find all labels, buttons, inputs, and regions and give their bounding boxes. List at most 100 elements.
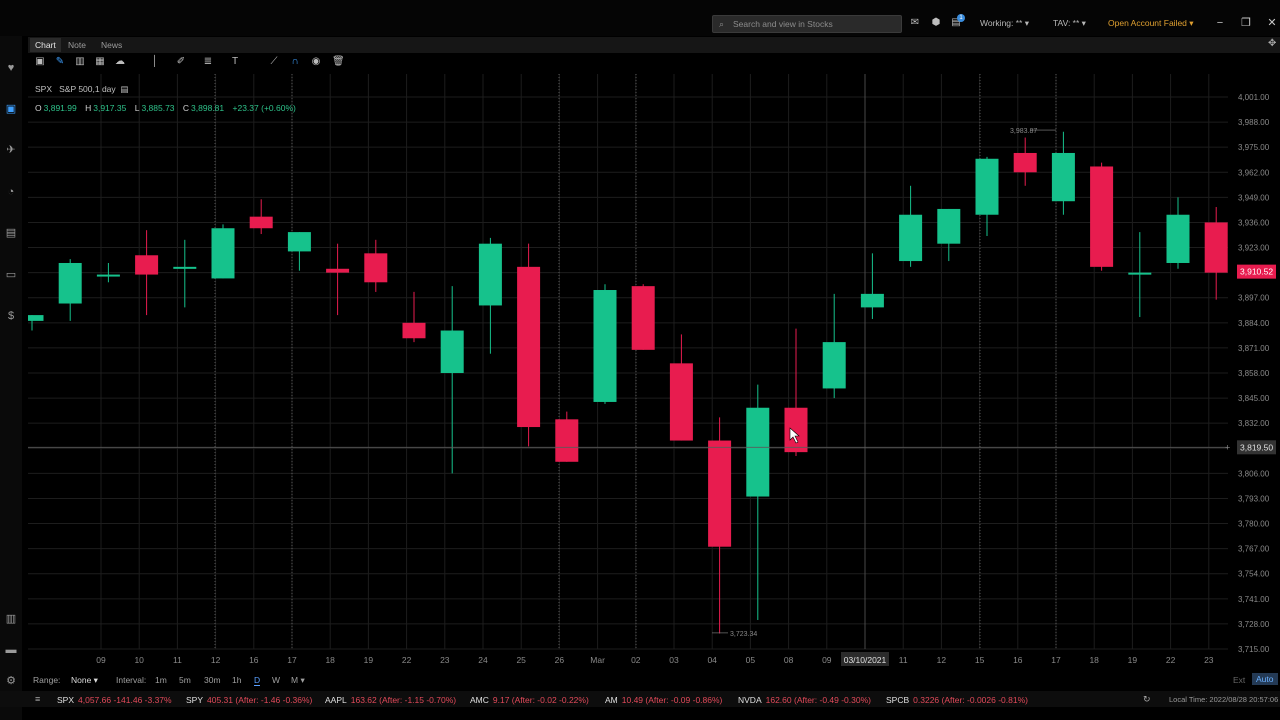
candle-body[interactable]	[822, 342, 846, 389]
tab-note[interactable]: Note	[63, 38, 91, 52]
interval-1m[interactable]: 1m	[155, 675, 167, 685]
candle-body[interactable]	[937, 208, 961, 244]
candle-body[interactable]	[1013, 152, 1037, 173]
candle-body[interactable]	[517, 266, 541, 428]
candle-body[interactable]	[478, 243, 502, 306]
interval-d[interactable]: D	[254, 675, 261, 686]
range-dropdown[interactable]: None ▾	[71, 675, 98, 686]
candle-body[interactable]	[96, 274, 120, 277]
tav-dropdown[interactable]: TAV: ** ▾	[1053, 18, 1086, 29]
refresh-icon[interactable]: ↻	[1143, 694, 1151, 705]
candle-body[interactable]	[1090, 166, 1114, 267]
candle-body[interactable]	[669, 363, 693, 441]
candle-body[interactable]	[1051, 152, 1075, 202]
pen-icon[interactable]: ✎	[54, 56, 66, 68]
message-icon[interactable]: ▬	[4, 643, 18, 657]
candle-body[interactable]	[1128, 272, 1152, 275]
working-dropdown[interactable]: Working: ** ▾	[980, 18, 1029, 29]
interval-5m[interactable]: 5m	[179, 675, 191, 685]
close-icon[interactable]: ✕	[1265, 16, 1279, 30]
trash-icon[interactable]: 🗑	[332, 56, 345, 68]
candle-body[interactable]	[402, 322, 426, 339]
interval-m[interactable]: M ▾	[291, 675, 305, 686]
trade-icon[interactable]: ✈	[4, 143, 18, 157]
layout-icon[interactable]: ▥	[74, 56, 86, 68]
wallet-icon[interactable]: ▭	[4, 268, 18, 282]
minimize-icon[interactable]: −	[1213, 16, 1227, 30]
chart-type-icon[interactable]: ▣	[34, 56, 46, 68]
cloud-icon[interactable]: ☁	[114, 56, 126, 68]
book-icon[interactable]: ▥	[4, 612, 18, 626]
channel-icon[interactable]: ≣	[202, 56, 214, 68]
line-tool-icon[interactable]: │	[149, 56, 161, 68]
candle-body[interactable]	[1166, 214, 1190, 263]
x-tick-label: 02	[631, 655, 641, 665]
shield-icon[interactable]: ⬢	[930, 18, 942, 28]
candle-body[interactable]	[135, 255, 159, 275]
candle-body[interactable]	[249, 216, 273, 229]
grid-icon[interactable]: ▦	[94, 56, 106, 68]
interval-30m[interactable]: 30m	[204, 675, 221, 685]
x-tick-label: 03	[669, 655, 679, 665]
brush-icon[interactable]: ✐	[175, 56, 187, 68]
candle-body[interactable]	[631, 286, 655, 350]
y-tick-label: 3,741.00	[1238, 595, 1270, 604]
dollar-icon[interactable]: $	[4, 309, 18, 323]
auto-toggle[interactable]: Auto	[1252, 673, 1278, 685]
x-tick-label: Mar	[590, 655, 605, 665]
x-tick-label: 12	[211, 655, 221, 665]
candle-body[interactable]	[1204, 222, 1228, 273]
tools-icon[interactable]: ▤	[4, 226, 18, 240]
candle-body[interactable]	[28, 315, 44, 321]
restore-icon[interactable]: ❐	[1239, 16, 1253, 30]
ticker-item[interactable]: SPX 4,057.66 -141.46 -3.37%	[57, 695, 172, 705]
ticker-menu-icon[interactable]: ≡	[35, 694, 40, 704]
measure-icon[interactable]: ⟋	[268, 56, 280, 68]
candle-body[interactable]	[784, 407, 808, 453]
magnet-icon[interactable]: ∩	[289, 56, 301, 68]
y-tick-label: 3,728.00	[1238, 620, 1270, 629]
ticker-item[interactable]: AAPL 163.62 (After: -1.15 -0.70%)	[325, 695, 456, 705]
symbol-info-icon[interactable]: ▤	[120, 84, 128, 94]
y-tick-label: 3,793.00	[1238, 494, 1270, 503]
interval-1h[interactable]: 1h	[232, 675, 241, 685]
search-box[interactable]: ⌕ Search and view in Stocks	[712, 15, 902, 33]
settings-gear-icon[interactable]: ⚙	[4, 674, 18, 688]
candlestick-chart[interactable]: 4,001.00 3,988.00 3,975.00 3,962.00 3,949.00…	[28, 74, 1280, 670]
search-input[interactable]: Search and view in Stocks	[733, 19, 833, 29]
candle-body[interactable]	[899, 214, 923, 262]
ticker-item[interactable]: AM 10.49 (After: -0.09 -0.86%)	[605, 695, 722, 705]
ticker-item[interactable]: SPCB 0.3226 (After: -0.0026 -0.81%)	[886, 695, 1028, 705]
symbol-name: S&P 500,1 day	[59, 84, 116, 94]
candle-body[interactable]	[975, 158, 999, 215]
candle-body[interactable]	[708, 440, 732, 547]
chart-icon[interactable]: ▣	[4, 102, 18, 116]
candle-body[interactable]	[287, 232, 311, 252]
tab-news[interactable]: News	[96, 38, 127, 52]
open-account-dropdown[interactable]: Open Account Failed ▾	[1108, 18, 1194, 29]
text-tool-icon[interactable]: T	[229, 56, 241, 68]
candle-body[interactable]	[173, 266, 197, 269]
interval-w[interactable]: W	[272, 675, 280, 685]
eye-icon[interactable]: ◉	[310, 56, 322, 68]
tab-chart[interactable]: Chart	[30, 38, 61, 52]
candle-body[interactable]	[860, 293, 884, 308]
ticker-item[interactable]: SPY 405.31 (After: -1.46 -0.36%)	[186, 695, 312, 705]
candle-body[interactable]	[555, 419, 579, 462]
candle-body[interactable]	[326, 268, 350, 273]
candle-body[interactable]	[211, 228, 235, 279]
candle-body[interactable]	[440, 330, 464, 373]
watchlist-heart-icon[interactable]: ♥	[4, 61, 18, 75]
candle-body[interactable]	[593, 290, 617, 402]
candle-body[interactable]	[58, 262, 82, 304]
open-key: O	[35, 103, 42, 113]
ticker-item[interactable]: NVDA 162.60 (After: -0.49 -0.30%)	[738, 695, 871, 705]
analysis-icon[interactable]: ◔	[4, 185, 18, 199]
candle-body[interactable]	[746, 407, 770, 497]
expand-icon[interactable]: ✥	[1268, 38, 1276, 49]
candle-body[interactable]	[364, 253, 388, 283]
ext-toggle[interactable]: Ext	[1233, 675, 1245, 685]
ticker-item[interactable]: AMC 9.17 (After: -0.02 -0.22%)	[470, 695, 589, 705]
mail-icon[interactable]: ✉	[909, 18, 921, 28]
symbol-ticker[interactable]: SPX	[35, 84, 52, 94]
